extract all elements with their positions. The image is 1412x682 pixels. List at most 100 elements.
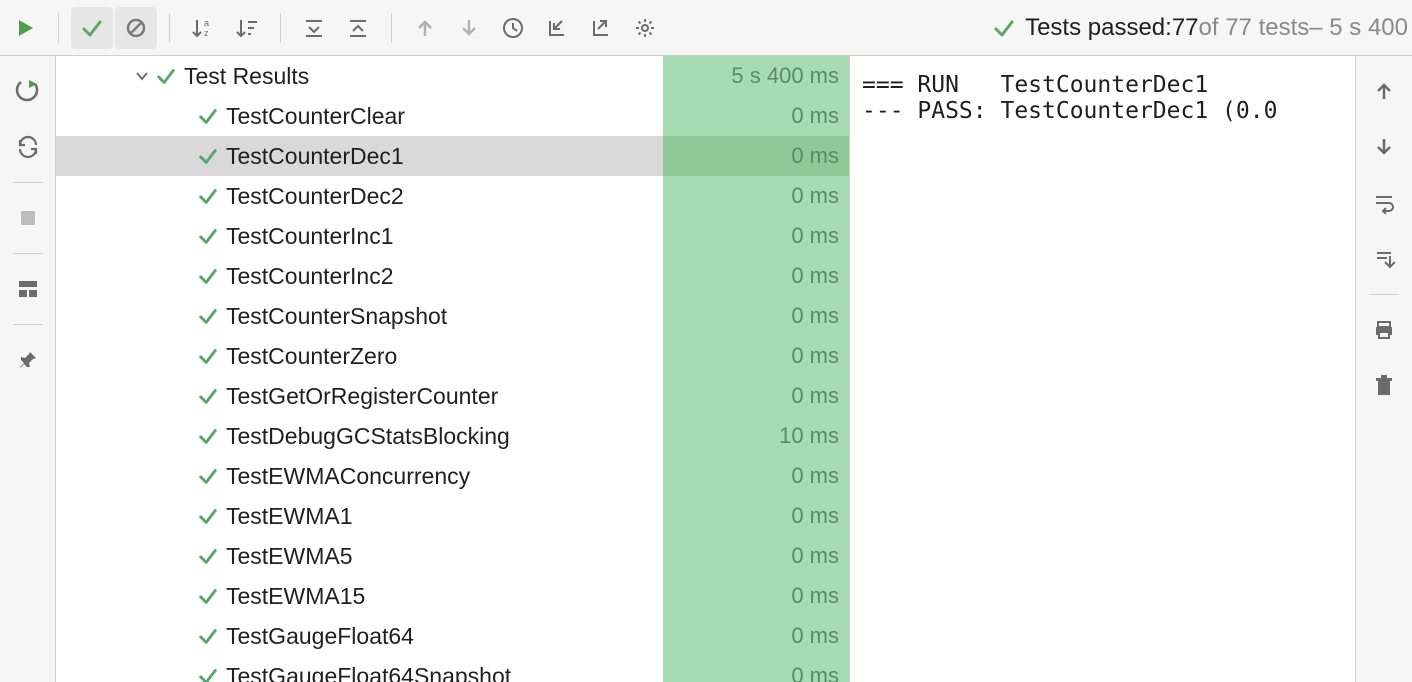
test-row[interactable]: TestEWMA50 ms	[56, 536, 849, 576]
left-rail	[0, 56, 56, 682]
chevron-down-icon[interactable]	[130, 69, 154, 83]
test-row[interactable]: TestCounterInc1 0 ms	[56, 216, 849, 256]
import-button[interactable]	[536, 7, 578, 49]
test-time: 0 ms	[791, 223, 849, 249]
body: Test Results 5 s 400 ms TestCounterClear…	[0, 56, 1412, 682]
console-line: === RUN TestCounterDec1	[862, 72, 1208, 98]
prev-occurrence-button[interactable]	[1363, 70, 1405, 112]
tree-root-label: Test Results	[184, 63, 309, 90]
check-icon	[993, 17, 1015, 39]
test-row[interactable]: TestEWMA10 ms	[56, 496, 849, 536]
pass-icon	[198, 146, 218, 166]
show-passed-toggle[interactable]	[71, 7, 113, 49]
svg-text:z: z	[204, 28, 209, 38]
next-occurrence-button[interactable]	[1363, 126, 1405, 168]
right-rail	[1356, 56, 1412, 682]
collapse-all-button[interactable]	[337, 7, 379, 49]
test-tree[interactable]: Test Results 5 s 400 ms TestCounterClear…	[56, 56, 850, 682]
test-row[interactable]: TestGetOrRegisterCounter 0 ms	[56, 376, 849, 416]
console-line: --- PASS: TestCounterDec1 (0.0	[862, 98, 1277, 124]
status-total: of 77 tests	[1199, 14, 1310, 42]
test-time: 10 ms	[779, 423, 849, 449]
pass-icon	[198, 466, 218, 486]
separator	[280, 13, 281, 43]
expand-all-button[interactable]	[293, 7, 335, 49]
pin-button[interactable]	[7, 339, 49, 381]
test-name: TestCounterSnapshot	[226, 303, 447, 330]
show-ignored-toggle[interactable]	[115, 7, 157, 49]
console-output[interactable]: === RUN TestCounterDec1 --- PASS: TestCo…	[850, 56, 1356, 682]
separator	[1369, 294, 1399, 295]
test-time: 0 ms	[791, 183, 849, 209]
test-row[interactable]: TestGaugeFloat64Snapshot0 ms	[56, 656, 849, 682]
status-time: – 5 s 400	[1309, 14, 1408, 42]
soft-wrap-button[interactable]	[1363, 182, 1405, 224]
pass-icon	[198, 386, 218, 406]
test-name: TestCounterInc2	[226, 263, 393, 290]
test-row[interactable]: TestGaugeFloat64 0 ms	[56, 616, 849, 656]
tree-root-row[interactable]: Test Results 5 s 400 ms	[56, 56, 849, 96]
status-count: 77	[1172, 14, 1199, 42]
clear-button[interactable]	[1363, 365, 1405, 407]
test-time: 0 ms	[791, 583, 849, 609]
test-row[interactable]: TestCounterZero 0 ms	[56, 336, 849, 376]
test-time: 0 ms	[791, 663, 849, 682]
test-time: 0 ms	[791, 303, 849, 329]
test-name: TestEWMAConcurrency	[226, 463, 470, 490]
test-row[interactable]: TestEWMAConcurrency 0 ms	[56, 456, 849, 496]
layout-button[interactable]	[7, 268, 49, 310]
toolbar-left-group: az	[4, 7, 666, 49]
separator	[13, 324, 43, 325]
status-prefix: Tests passed:	[1025, 14, 1172, 42]
test-row[interactable]: TestDebugGCStatsBlocking 10 ms	[56, 416, 849, 456]
pass-icon	[198, 186, 218, 206]
test-row[interactable]: TestCounterDec10 ms	[56, 136, 849, 176]
test-time: 0 ms	[791, 463, 849, 489]
test-row[interactable]: TestCounterInc2 0 ms	[56, 256, 849, 296]
stop-button[interactable]	[7, 197, 49, 239]
test-name: TestCounterDec1	[226, 143, 404, 170]
test-name: TestGetOrRegisterCounter	[226, 383, 498, 410]
sort-alpha-button[interactable]: az	[182, 7, 224, 49]
svg-text:a: a	[204, 18, 209, 28]
prev-failed-button[interactable]	[404, 7, 446, 49]
pass-icon	[198, 506, 218, 526]
pass-icon	[198, 346, 218, 366]
test-time: 0 ms	[791, 343, 849, 369]
export-button[interactable]	[580, 7, 622, 49]
test-row[interactable]: TestEWMA15 0 ms	[56, 576, 849, 616]
pass-icon	[198, 586, 218, 606]
test-name: TestEWMA15	[226, 583, 365, 610]
pass-icon	[198, 626, 218, 646]
test-name: TestCounterClear	[226, 103, 405, 130]
toggle-auto-test-button[interactable]	[7, 126, 49, 168]
settings-button[interactable]	[624, 7, 666, 49]
separator	[58, 13, 59, 43]
test-name: TestCounterZero	[226, 343, 397, 370]
test-row[interactable]: TestCounterDec20 ms	[56, 176, 849, 216]
test-row[interactable]: TestCounterSnapshot 0 ms	[56, 296, 849, 336]
print-button[interactable]	[1363, 309, 1405, 351]
separator	[13, 253, 43, 254]
test-toolbar: az T	[0, 0, 1412, 56]
test-time: 0 ms	[791, 263, 849, 289]
test-name: TestEWMA5	[226, 543, 353, 570]
test-time: 0 ms	[791, 623, 849, 649]
pass-icon	[156, 66, 176, 86]
sort-duration-button[interactable]	[226, 7, 268, 49]
pass-icon	[198, 106, 218, 126]
test-name: TestDebugGCStatsBlocking	[226, 423, 510, 450]
test-time: 0 ms	[791, 383, 849, 409]
scroll-to-end-button[interactable]	[1363, 238, 1405, 280]
test-time: 0 ms	[791, 503, 849, 529]
pass-icon	[198, 306, 218, 326]
rerun-failed-button[interactable]	[7, 70, 49, 112]
run-button[interactable]	[4, 7, 46, 49]
history-button[interactable]	[492, 7, 534, 49]
test-row[interactable]: TestCounterClear0 ms	[56, 96, 849, 136]
pass-icon	[198, 266, 218, 286]
test-name: TestGaugeFloat64	[226, 623, 414, 650]
test-name: TestCounterInc1	[226, 223, 393, 250]
next-failed-button[interactable]	[448, 7, 490, 49]
pass-icon	[198, 666, 218, 682]
